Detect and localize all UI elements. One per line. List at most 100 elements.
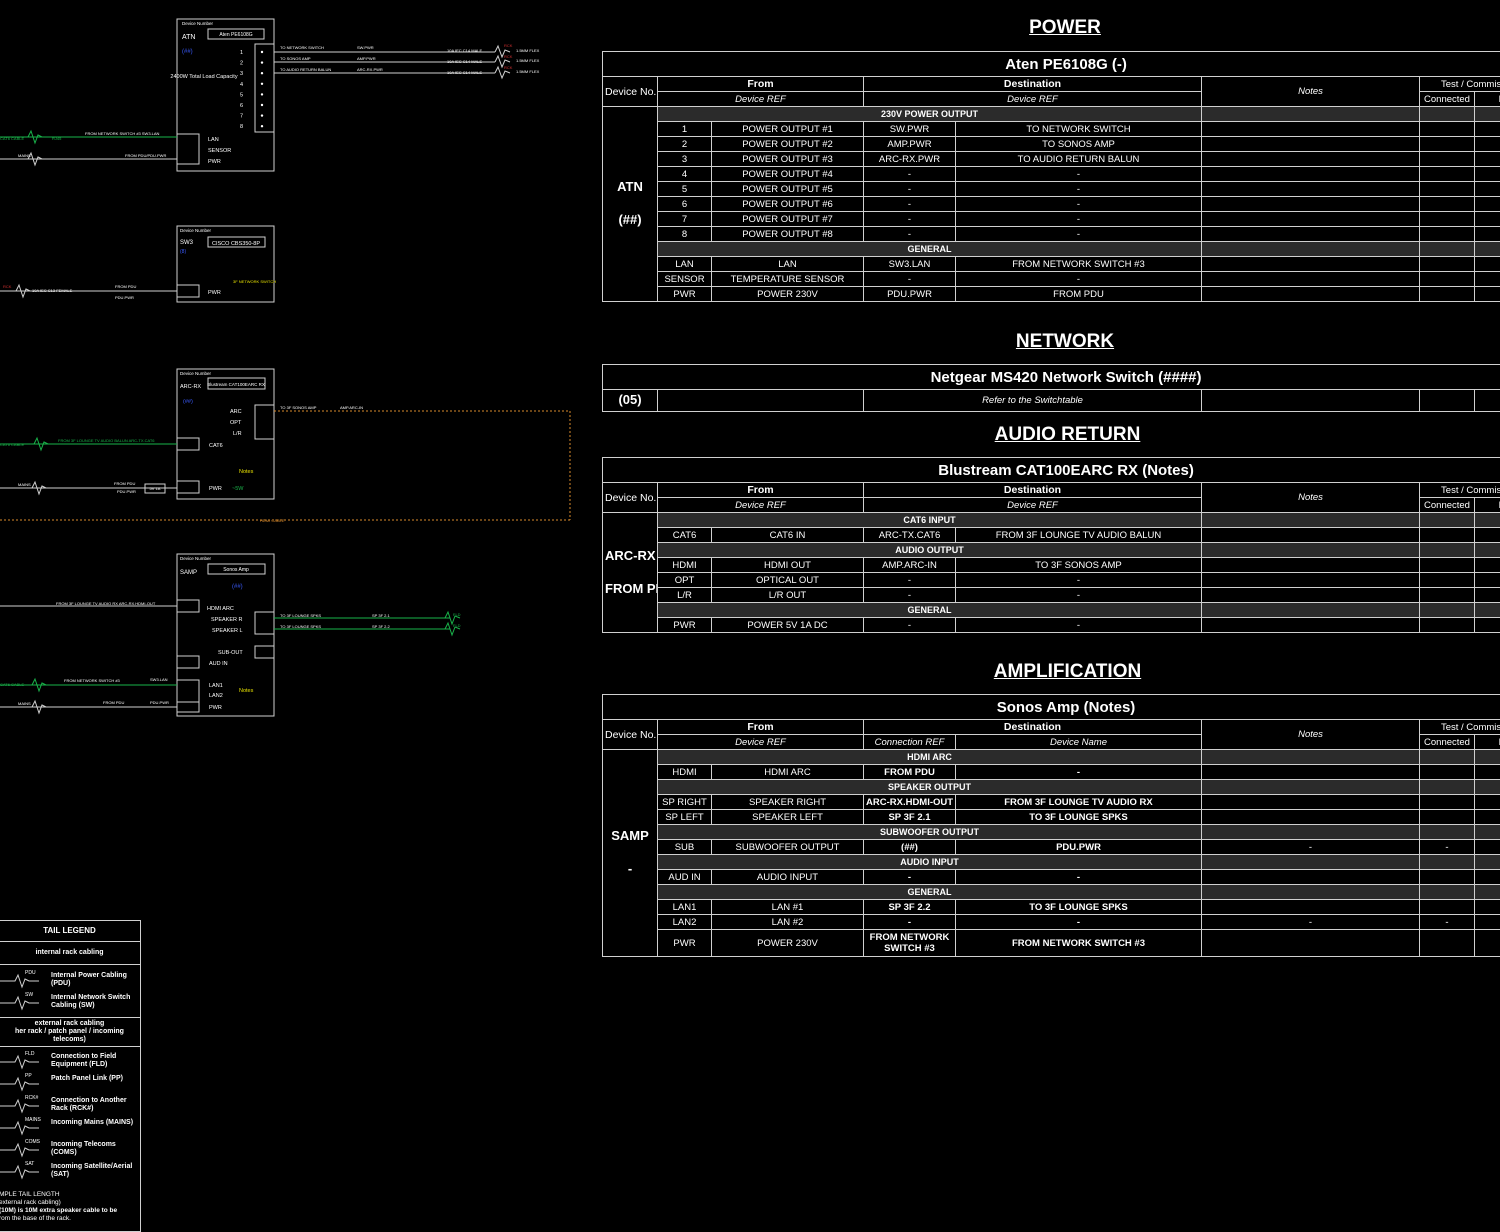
connected-cell [1420, 152, 1475, 167]
from-cell: SPEAKER LEFT [712, 810, 864, 825]
ref-cell: AMP.ARC-IN [864, 558, 956, 573]
atn-model: Aten PE6108G [219, 32, 252, 38]
atn-port-7: 7 [240, 114, 243, 120]
sw3-model: CISCO CBS350-8P [212, 241, 260, 247]
section-title-audio-return: AUDIO RETURN [970, 424, 1165, 446]
notes-cell [1202, 272, 1420, 287]
port-dot [261, 51, 263, 53]
port-cell: PWR [658, 618, 712, 633]
legend-tag: FLD [25, 1051, 34, 1057]
section-label: SPEAKER OUTPUT [658, 780, 1202, 795]
d-cell [1475, 618, 1500, 633]
connected-cell [1420, 287, 1475, 302]
arc-mains-label: MAINS [18, 482, 31, 487]
connected-cell [1420, 618, 1475, 633]
section-row: ARC-RXFROM PDUCAT6 INPUT [603, 513, 1500, 528]
d-cell [1475, 137, 1500, 152]
ref-cell: AMP.PWR [864, 137, 956, 152]
port-dot [261, 72, 263, 74]
device-title: Sonos Amp (Notes) [603, 695, 1500, 720]
notes-cell [1202, 795, 1420, 810]
d-cell [1475, 197, 1500, 212]
section-d [1475, 825, 1500, 840]
port-cell: PWR [658, 930, 712, 957]
notes-cell [1202, 870, 1420, 885]
legend-text: Internal Power Cabling (PDU) [51, 972, 140, 988]
col-test: Test / Commissi [1420, 483, 1500, 498]
port-cell: 8 [658, 227, 712, 242]
samp-sub: (##) [232, 584, 243, 590]
d-cell [1475, 287, 1500, 302]
port-cell: HDMI [658, 558, 712, 573]
legend-tag: SAT [25, 1161, 34, 1167]
d-cell [1475, 227, 1500, 242]
atn-out-1: TO NETWORK SWITCH [280, 45, 324, 50]
section-label: GENERAL [658, 242, 1202, 257]
port-cell: L/R [658, 588, 712, 603]
notes-cell [1202, 810, 1420, 825]
device-id-cell: SAMP- [603, 750, 658, 957]
ref-cell: SW.PWR [864, 122, 956, 137]
section-connected [1420, 855, 1475, 870]
header-row: Device No.FromDestinationNotesTest / Com… [603, 77, 1500, 92]
arc-port-arc: ARC [230, 409, 242, 415]
atn-len-1: 1.5MM FLEX [516, 48, 540, 53]
samp-ref-1: SP 3F 2.1 [372, 613, 390, 618]
connected-cell [1420, 197, 1475, 212]
sw3-sub: (8) [180, 249, 186, 255]
section-label: 230V POWER OUTPUT [658, 107, 1202, 122]
col-test: Test / Commissi [1420, 720, 1500, 735]
d-cell [1475, 558, 1500, 573]
notes-cell [1202, 930, 1420, 957]
section-title-amplification: AMPLIFICATION [960, 661, 1175, 683]
notes-cell [1202, 137, 1420, 152]
device-title: Netgear MS420 Network Switch (####) [603, 365, 1500, 390]
data-row: HDMIHDMI ARCFROM PDU- [603, 765, 1500, 780]
dest-cell: - [956, 212, 1202, 227]
samp-spk-2: TO 3F LOUNGE SPKS [280, 624, 321, 629]
d-cell [1475, 840, 1500, 855]
d-cell [1475, 390, 1500, 412]
arc-pwr-value: ~5W [232, 486, 244, 492]
notes-cell [1202, 197, 1420, 212]
from-cell: CAT6 IN [712, 528, 864, 543]
connected-cell [1420, 558, 1475, 573]
section-row: GENERAL [603, 885, 1500, 900]
section-label: GENERAL [658, 885, 1202, 900]
section-d [1475, 780, 1500, 795]
port-dot [261, 83, 263, 85]
col-from: From [658, 77, 864, 92]
title-row: Blustream CAT100EARC RX (Notes) [603, 458, 1500, 483]
notes-cell [1202, 528, 1420, 543]
atn-rj45-label: RJ45 [52, 136, 62, 141]
legend-text: Incoming Telecoms (COMS) [51, 1141, 140, 1157]
dest-cell: - [956, 915, 1202, 930]
samp-in-lan-ref: SW3.LAN [150, 677, 168, 682]
connected-cell [1420, 528, 1475, 543]
device-id: (05) [603, 390, 658, 412]
atn-port-3: 3 [240, 71, 243, 77]
notes-cell [1202, 152, 1420, 167]
atn-port-4: 4 [240, 82, 243, 88]
col-d: D [1475, 735, 1500, 750]
col-from: From [658, 720, 864, 735]
from-cell: POWER 230V [712, 930, 864, 957]
from-cell: TEMPERATURE SENSOR [712, 272, 864, 287]
d-cell [1475, 915, 1500, 930]
data-row: 6POWER OUTPUT #6-- [603, 197, 1500, 212]
d-cell [1475, 573, 1500, 588]
atn-out-3: TO AUDIO RETURN BALUN [280, 67, 331, 72]
dest-cell: PDU.PWR [956, 840, 1202, 855]
samp-port-aud: AUD IN [209, 661, 228, 667]
col-device-no: Device No. [603, 483, 658, 513]
legend-item: PDUInternal Power Cabling (PDU) [0, 969, 140, 991]
dest-cell: - [956, 870, 1202, 885]
device-sub: (##) [605, 210, 655, 231]
data-row: AUD INAUDIO INPUT-- [603, 870, 1500, 885]
device-id: ATN [605, 177, 655, 198]
from-cell: POWER 230V [712, 287, 864, 302]
connected-cell [1420, 122, 1475, 137]
dest-cell: TO NETWORK SWITCH [956, 122, 1202, 137]
section-row: AUDIO INPUT [603, 855, 1500, 870]
dest-cell: TO 3F SONOS AMP [956, 558, 1202, 573]
